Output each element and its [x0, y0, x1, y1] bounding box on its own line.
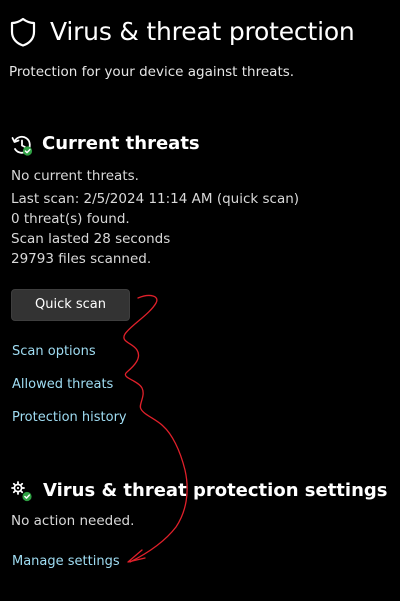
page-title: Virus & threat protection	[50, 17, 355, 46]
current-threats-heading: Current threats	[42, 133, 200, 154]
threats-found-text: 0 threat(s) found.	[11, 211, 130, 227]
allowed-threats-link[interactable]: Allowed threats	[12, 375, 113, 395]
settings-heading: Virus & threat protection settings	[43, 480, 388, 501]
quick-scan-button[interactable]: Quick scan	[11, 289, 130, 321]
shield-icon	[10, 17, 36, 47]
files-scanned-text: 29793 files scanned.	[11, 251, 152, 267]
manage-settings-link[interactable]: Manage settings	[12, 552, 120, 572]
last-scan-text: Last scan: 2/5/2024 11:14 AM (quick scan…	[11, 191, 300, 207]
scan-history-icon	[11, 135, 33, 156]
settings-gears-icon	[11, 481, 32, 502]
protection-history-link[interactable]: Protection history	[12, 408, 127, 428]
scan-options-link[interactable]: Scan options	[12, 342, 96, 362]
threat-status-text: No current threats.	[11, 168, 139, 184]
page-subtitle: Protection for your device against threa…	[9, 64, 295, 80]
settings-status-text: No action needed.	[11, 513, 135, 529]
scan-duration-text: Scan lasted 28 seconds	[11, 231, 171, 247]
